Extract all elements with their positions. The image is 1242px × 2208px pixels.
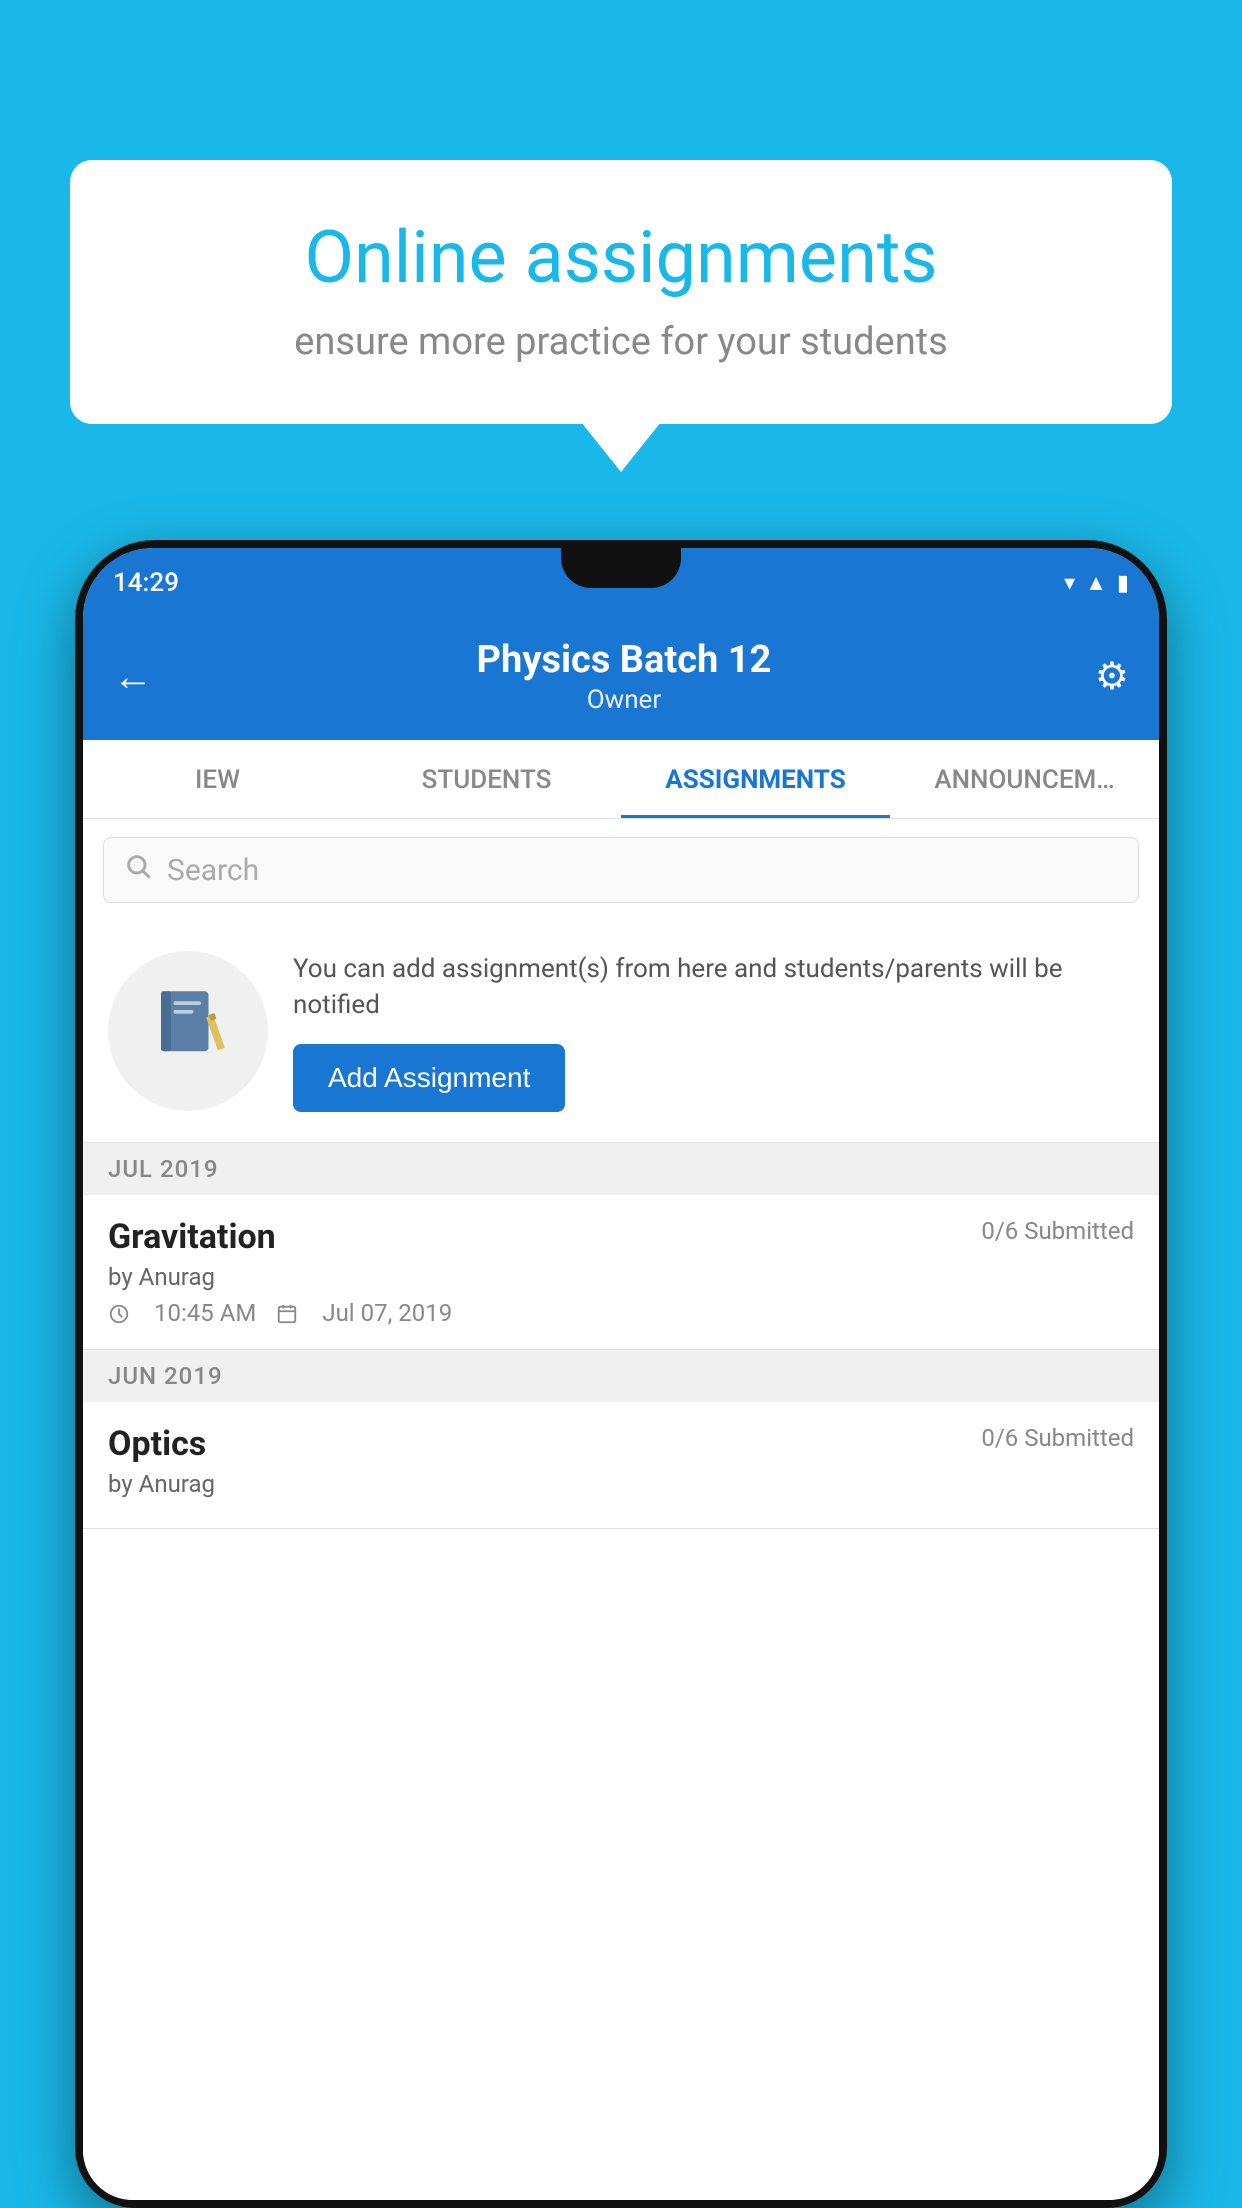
assignment-time-gravitation: 10:45 AM [154, 1299, 256, 1327]
phone-frame: 14:29 ▾ ▲ ▮ ← Physics Batch 12 Owner ⚙ I… [75, 540, 1167, 2208]
speech-bubble-subtitle: ensure more practice for your students [130, 320, 1112, 364]
tabs-container: IEW STUDENTS ASSIGNMENTS ANNOUNCEM… [83, 740, 1159, 819]
battery-icon: ▮ [1117, 571, 1129, 596]
assignment-item-gravitation[interactable]: Gravitation 0/6 Submitted by Anurag 10:4… [83, 1195, 1159, 1350]
search-bar[interactable]: Search [103, 837, 1139, 903]
gear-icon[interactable]: ⚙ [1095, 654, 1129, 699]
header-center: Physics Batch 12 Owner [153, 638, 1095, 715]
speech-bubble-title: Online assignments [130, 215, 1112, 300]
time-icon [108, 1299, 134, 1327]
search-icon [124, 852, 152, 888]
prompt-text-area: You can add assignment(s) from here and … [293, 951, 1134, 1112]
status-bar: 14:29 ▾ ▲ ▮ [83, 548, 1159, 618]
status-icons: ▾ ▲ ▮ [1064, 570, 1129, 596]
search-placeholder: Search [167, 853, 259, 888]
speech-bubble: Online assignments ensure more practice … [70, 160, 1172, 424]
signal-icon: ▲ [1085, 570, 1107, 596]
tab-assignments[interactable]: ASSIGNMENTS [621, 740, 890, 818]
assignment-header: Gravitation 0/6 Submitted [108, 1217, 1134, 1257]
phone-inner: 14:29 ▾ ▲ ▮ ← Physics Batch 12 Owner ⚙ I… [83, 548, 1159, 2200]
header-title: Physics Batch 12 [153, 638, 1095, 682]
assignment-title-optics: Optics [108, 1424, 206, 1464]
speech-bubble-container: Online assignments ensure more practice … [70, 160, 1172, 424]
status-time: 14:29 [113, 568, 179, 598]
tab-students[interactable]: STUDENTS [352, 740, 621, 818]
month-separator-jul: JUL 2019 [83, 1143, 1159, 1195]
assignment-title-gravitation: Gravitation [108, 1217, 276, 1257]
assignment-by-optics: by Anurag [108, 1470, 1134, 1498]
phone-content: Search [83, 819, 1159, 2200]
back-button[interactable]: ← [113, 653, 153, 700]
phone-notch [561, 548, 681, 588]
assignment-header-optics: Optics 0/6 Submitted [108, 1424, 1134, 1464]
assignment-date-gravitation: Jul 07, 2019 [322, 1299, 452, 1327]
assignment-meta-gravitation: 10:45 AM Jul 07, 2019 [108, 1299, 1134, 1327]
search-bar-container: Search [83, 819, 1159, 921]
add-assignment-button[interactable]: Add Assignment [293, 1044, 565, 1112]
assignment-submitted-gravitation: 0/6 Submitted [981, 1217, 1134, 1245]
header-subtitle: Owner [153, 685, 1095, 715]
month-separator-jun: JUN 2019 [83, 1350, 1159, 1402]
tab-announcements[interactable]: ANNOUNCEM… [890, 740, 1159, 818]
calendar-icon [276, 1299, 302, 1327]
assignment-prompt: You can add assignment(s) from here and … [83, 921, 1159, 1143]
assignment-submitted-optics: 0/6 Submitted [981, 1424, 1134, 1452]
prompt-description: You can add assignment(s) from here and … [293, 951, 1134, 1024]
notebook-icon [151, 985, 226, 1078]
tab-iew[interactable]: IEW [83, 740, 352, 818]
wifi-icon: ▾ [1064, 571, 1075, 596]
prompt-icon-circle [108, 951, 268, 1111]
assignment-item-optics[interactable]: Optics 0/6 Submitted by Anurag [83, 1402, 1159, 1529]
app-header: ← Physics Batch 12 Owner ⚙ [83, 618, 1159, 740]
assignment-by-gravitation: by Anurag [108, 1263, 1134, 1291]
